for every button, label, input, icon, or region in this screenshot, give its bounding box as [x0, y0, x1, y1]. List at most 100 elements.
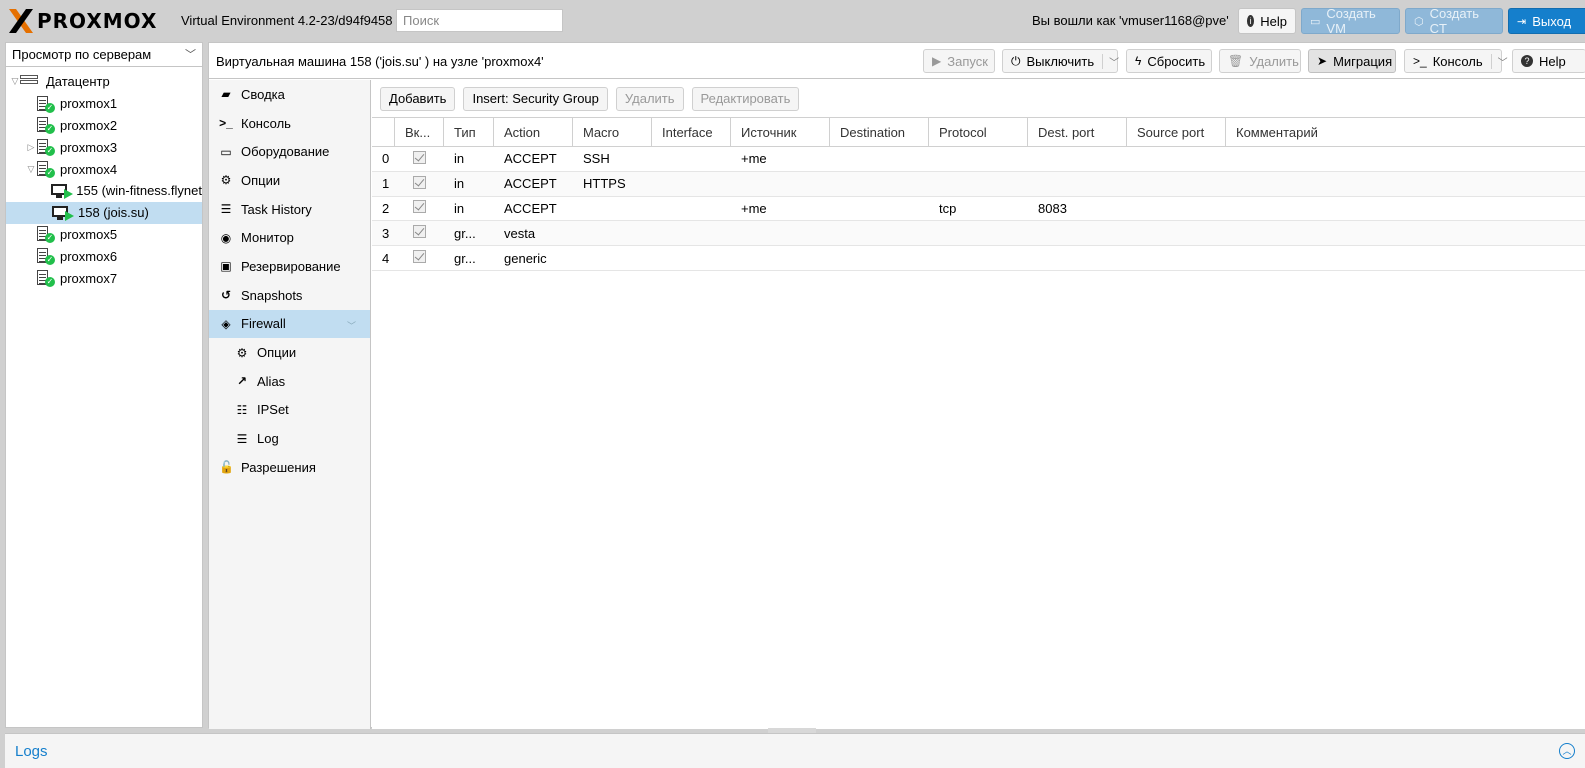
nav-item[interactable]: ▰ Сводка: [209, 80, 370, 109]
nav-item[interactable]: ▣ Резервирование: [209, 252, 370, 281]
nav-item[interactable]: ▭ Оборудование: [209, 137, 370, 166]
enabled-checkbox[interactable]: [413, 200, 426, 214]
nav-item[interactable]: ◈ Firewall ﹀: [209, 309, 370, 339]
content-header: Виртуальная машина 158 ('jois.su' ) на у…: [209, 43, 1585, 79]
tree-item[interactable]: 155 (win-fitness.flynet: [6, 180, 202, 202]
tree-item[interactable]: ▽ ✓ proxmox4: [6, 158, 202, 180]
add-rule-button[interactable]: Добавить: [380, 86, 456, 111]
enabled-checkbox[interactable]: [413, 150, 426, 164]
top-header: PROXMOX Virtual Environment 4.2-23/d94f9…: [0, 0, 1585, 42]
column-header[interactable]: Источник: [731, 118, 830, 146]
cell-action: vesta: [504, 225, 536, 241]
nav-item[interactable]: ☷ IPSet: [209, 396, 370, 425]
page-title: Виртуальная машина 158 ('jois.su' ) на у…: [216, 54, 544, 69]
column-header[interactable]: Action: [494, 118, 573, 146]
cell-n: 4: [382, 250, 390, 266]
shutdown-button[interactable]: ⏻ Выключить ﹀: [1002, 49, 1119, 73]
expand-down-icon[interactable]: ▽: [26, 164, 36, 175]
column-header[interactable]: Вк...: [395, 118, 444, 146]
server-online-icon: ✓: [36, 116, 55, 135]
insert-security-group-button[interactable]: Insert: Security Group: [463, 86, 608, 111]
column-header[interactable]: Protocol: [929, 118, 1028, 146]
vm-running-icon: [52, 205, 74, 221]
tree-item-label: 155 (win-fitness.flynet: [76, 183, 202, 199]
nav-item-label: Сводка: [241, 86, 285, 102]
column-header[interactable]: Dest. port: [1028, 118, 1127, 146]
grid-body: 0 in ACCEPT SSH +me 1 in ACCEPT HTTPS 2 in ACCEPT +m…: [372, 147, 1585, 271]
create-vm-button[interactable]: ▭ Создать VM: [1301, 6, 1400, 36]
tree-item-label: proxmox3: [60, 139, 118, 155]
column-header[interactable]: Destination: [830, 118, 929, 146]
nav-item[interactable]: ◉ Монитор: [209, 223, 370, 252]
firewall-rules-panel: Добавить Insert: Security Group Удалить …: [372, 80, 1585, 729]
desktop-icon: ▭: [1310, 15, 1321, 28]
create-ct-button[interactable]: ⬡ Создать CT: [1405, 6, 1503, 36]
remove-vm-button[interactable]: 🗑 Удалить: [1219, 49, 1301, 73]
tree-item[interactable]: ✓ proxmox6: [6, 245, 202, 267]
tree-item[interactable]: ▽ Датацентр: [6, 71, 202, 93]
table-row[interactable]: 4 gr... generic: [372, 246, 1585, 271]
column-header[interactable]: Комментарий: [1226, 118, 1585, 146]
table-row[interactable]: 0 in ACCEPT SSH +me: [372, 147, 1585, 172]
tree-item[interactable]: 158 (jois.su): [6, 201, 202, 224]
expand-right-icon[interactable]: ▷: [26, 142, 36, 153]
proxmox-x-icon: [9, 9, 33, 33]
nav-item-label: Task History: [241, 201, 312, 217]
tree-item[interactable]: ✓ proxmox7: [6, 267, 202, 289]
chevron-down-icon[interactable]: ﹀: [1490, 53, 1508, 69]
console-button[interactable]: >_ Консоль ﹀: [1404, 49, 1508, 73]
column-header[interactable]: Source port: [1127, 118, 1226, 146]
nav-item[interactable]: ☰ Task History: [209, 195, 370, 224]
chevron-up-icon[interactable]: ︿: [1559, 743, 1575, 759]
table-row[interactable]: 2 in ACCEPT +me tcp 8083: [372, 197, 1585, 222]
info-icon: i: [1247, 15, 1255, 27]
enabled-checkbox[interactable]: [413, 225, 426, 239]
tree-item[interactable]: ▷ ✓ proxmox3: [6, 136, 202, 158]
logo-text: PROXMOX: [37, 9, 158, 33]
cell-type: in: [454, 176, 465, 192]
nav-item[interactable]: ⚙ Опции: [209, 166, 370, 195]
edit-rule-button[interactable]: Редактировать: [691, 86, 800, 111]
nav-item[interactable]: ↗ Alias: [209, 367, 370, 396]
logout-button[interactable]: ⇥ Выход: [1508, 8, 1585, 34]
help-button[interactable]: i Help: [1238, 8, 1296, 34]
nav-item[interactable]: ☰ Log: [209, 424, 370, 453]
cell-macro: SSH: [583, 151, 610, 167]
gear-icon: ⚙: [236, 345, 248, 360]
enabled-checkbox[interactable]: [413, 250, 426, 264]
server-online-icon: ✓: [36, 138, 55, 157]
grid-toolbar: Добавить Insert: Security Group Удалить …: [372, 80, 1585, 117]
tree-item[interactable]: ✓ proxmox2: [6, 115, 202, 137]
nav-item[interactable]: ↺ Snapshots: [209, 281, 370, 310]
remove-rule-button[interactable]: Удалить: [615, 86, 684, 111]
bolt-icon: ϟ: [1135, 54, 1142, 68]
search-input[interactable]: [396, 9, 563, 32]
table-row[interactable]: 3 gr... vesta: [372, 221, 1585, 247]
server-online-icon: ✓: [36, 225, 55, 244]
power-icon: ⏻: [1011, 53, 1021, 68]
enabled-checkbox[interactable]: [413, 175, 426, 189]
floppy-icon: ▣: [220, 259, 232, 274]
content-help-button[interactable]: ? Help: [1512, 49, 1585, 73]
table-row[interactable]: 1 in ACCEPT HTTPS: [372, 171, 1585, 197]
start-button[interactable]: ▶ Запуск: [923, 49, 995, 73]
expand-down-icon[interactable]: ▽: [10, 76, 20, 87]
migrate-button[interactable]: ➤ Миграция: [1308, 49, 1396, 73]
column-header[interactable]: Interface: [652, 118, 731, 146]
tree-item[interactable]: ✓ proxmox5: [6, 224, 202, 246]
tree-item[interactable]: ✓ proxmox1: [6, 93, 202, 115]
chevron-down-icon[interactable]: ﹀: [1102, 53, 1119, 69]
column-header[interactable]: [372, 118, 395, 146]
shutdown-label: Выключить: [1026, 53, 1095, 69]
list-icon: ☰: [236, 431, 248, 446]
column-header[interactable]: Тип: [444, 118, 494, 146]
cell-macro: HTTPS: [583, 176, 626, 192]
view-select[interactable]: Просмотр по серверам ﹀: [6, 43, 202, 67]
nav-item[interactable]: 🔓 Разрешения: [209, 453, 370, 482]
nav-item[interactable]: ⚙ Опции: [209, 338, 370, 367]
reset-button[interactable]: ϟ Сбросить: [1126, 49, 1212, 73]
column-header[interactable]: Macro: [573, 118, 652, 146]
nav-item[interactable]: >_ Консоль: [209, 109, 370, 138]
collapse-icon[interactable]: ﹀: [347, 319, 356, 332]
trash-icon: 🗑: [1228, 54, 1244, 68]
